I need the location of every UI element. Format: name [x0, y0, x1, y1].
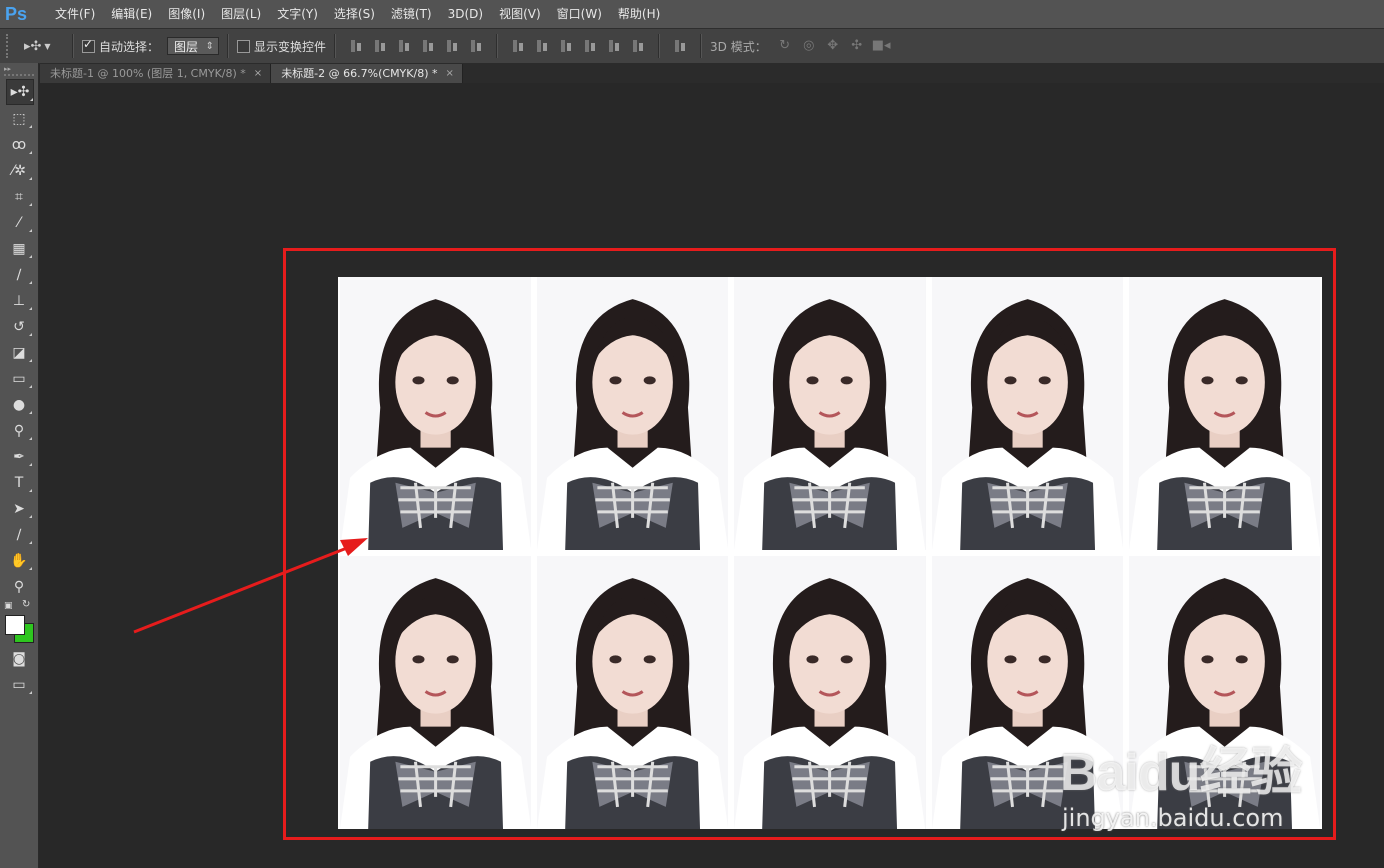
divider	[334, 34, 337, 58]
pen-tool-icon[interactable]: ✒	[6, 445, 32, 469]
align-left-icon[interactable]	[421, 39, 435, 53]
magic-wand-icon[interactable]: ⁄✲	[6, 159, 32, 183]
divider	[227, 34, 230, 58]
menu-layer[interactable]: 图层(L)	[213, 0, 269, 28]
align-vcenter-icon[interactable]	[373, 39, 387, 53]
roll-3d-icon[interactable]: ◎	[800, 39, 818, 53]
default-colors-icon[interactable]: ▣	[4, 601, 13, 611]
line-tool-icon[interactable]: ∕	[6, 523, 32, 547]
tab-label: 未标题-1 @ 100% (图层 1, CMYK/8) *	[50, 67, 246, 80]
divider	[72, 34, 74, 58]
distribute-vcenter-icon[interactable]	[535, 39, 549, 53]
screen-mode-icon[interactable]: ▭	[6, 673, 32, 697]
align-bottom-icon[interactable]	[397, 39, 411, 53]
auto-select-label: 自动选择：	[99, 39, 160, 54]
tab-label: 未标题-2 @ 66.7%(CMYK/8) *	[281, 67, 438, 80]
photoshop-logo: Ps	[5, 4, 28, 24]
menu-bar: Ps 文件(F) 编辑(E) 图像(I) 图层(L) 文字(Y) 选择(S) 滤…	[0, 0, 1384, 28]
zoom-tool-icon[interactable]: ⚲	[6, 575, 32, 599]
show-transform-checkbox[interactable]	[237, 39, 251, 53]
move-tool-icon: ▸✣	[24, 38, 42, 54]
tools-panel-grip[interactable]: ▸▸	[4, 66, 34, 76]
quick-mask-icon[interactable]: ◙	[6, 647, 32, 671]
menu-image[interactable]: 图像(I)	[160, 0, 213, 28]
menu-view[interactable]: 视图(V)	[491, 0, 549, 28]
distribute-left-icon[interactable]	[583, 39, 597, 53]
red-highlight-box	[283, 248, 1336, 840]
options-bar: ▸✣ ▼ 自动选择： 图层 显示变换控件 3D 模式： ↻ ◎ ✥ ✣ ■◂	[0, 28, 1384, 64]
tools-panel: ▸▸ ▸✣ ⬚ ꝏ ⁄✲ ⌗ ⁄ ▦ ∕ ⊥ ↺ ◪ ▭ ● ⚲ ✒ T ➤ ∕…	[0, 63, 39, 868]
align-hcenter-icon[interactable]	[445, 39, 459, 53]
close-icon[interactable]: ×	[254, 64, 262, 83]
lasso-tool-icon[interactable]: ꝏ	[6, 133, 32, 157]
marquee-tool-icon[interactable]: ⬚	[6, 107, 32, 131]
mode-3d-label: 3D 模式：	[710, 39, 767, 54]
foreground-color-swatch[interactable]	[5, 615, 25, 635]
show-transform-label: 显示变换控件	[254, 39, 327, 54]
tool-preset-picker[interactable]: ▸✣ ▼	[24, 39, 64, 54]
dodge-tool-icon[interactable]: ⚲	[6, 419, 32, 443]
menu-help[interactable]: 帮助(H)	[610, 0, 668, 28]
history-brush-icon[interactable]: ↺	[6, 315, 32, 339]
menu-select[interactable]: 选择(S)	[326, 0, 383, 28]
type-tool-icon[interactable]: T	[6, 471, 32, 495]
divider	[496, 34, 499, 58]
menu-edit[interactable]: 编辑(E)	[103, 0, 160, 28]
move-tool-icon[interactable]: ▸✣	[6, 79, 34, 105]
color-swatches: ▣ ↻	[0, 599, 38, 645]
distribute-hcenter-icon[interactable]	[607, 39, 621, 53]
eraser-icon[interactable]: ◪	[6, 341, 32, 365]
healing-brush-icon[interactable]: ▦	[6, 237, 32, 261]
align-top-icon[interactable]	[349, 39, 363, 53]
distribute-bottom-icon[interactable]	[559, 39, 573, 53]
drag-3d-icon[interactable]: ✥	[824, 39, 842, 53]
slide-3d-icon[interactable]: ✣	[848, 39, 866, 53]
options-grip[interactable]	[6, 34, 14, 58]
auto-align-icon[interactable]	[673, 39, 687, 53]
gradient-icon[interactable]: ▭	[6, 367, 32, 391]
align-right-icon[interactable]	[469, 39, 483, 53]
path-select-icon[interactable]: ➤	[6, 497, 32, 521]
menu-file[interactable]: 文件(F)	[47, 0, 103, 28]
clone-stamp-icon[interactable]: ⊥	[6, 289, 32, 313]
tab-document-2[interactable]: 未标题-2 @ 66.7%(CMYK/8) * ×	[271, 64, 463, 83]
menu-3d[interactable]: 3D(D)	[440, 0, 491, 28]
camera-3d-icon[interactable]: ■◂	[872, 39, 891, 53]
divider	[700, 34, 703, 58]
distribute-right-icon[interactable]	[631, 39, 645, 53]
divider	[658, 34, 661, 58]
eyedropper-icon[interactable]: ⁄	[6, 211, 32, 235]
menu-type[interactable]: 文字(Y)	[269, 0, 326, 28]
auto-select-checkbox[interactable]	[82, 37, 95, 53]
crop-tool-icon[interactable]: ⌗	[6, 185, 32, 209]
distribute-top-icon[interactable]	[511, 39, 525, 53]
close-icon[interactable]: ×	[445, 64, 453, 83]
tab-document-1[interactable]: 未标题-1 @ 100% (图层 1, CMYK/8) * ×	[40, 64, 272, 83]
menu-filter[interactable]: 滤镜(T)	[383, 0, 440, 28]
swap-colors-icon[interactable]: ↻	[22, 599, 30, 610]
blur-tool-icon[interactable]: ●	[6, 393, 32, 417]
chevron-down-icon: ▼	[44, 41, 51, 51]
menu-window[interactable]: 窗口(W)	[549, 0, 610, 28]
brush-tool-icon[interactable]: ∕	[6, 263, 32, 287]
auto-select-dropdown[interactable]: 图层	[167, 37, 220, 56]
rotate-3d-icon[interactable]: ↻	[776, 39, 794, 53]
document-tabs: 未标题-1 @ 100% (图层 1, CMYK/8) * × 未标题-2 @ …	[40, 63, 1384, 83]
hand-tool-icon[interactable]: ✋	[6, 549, 32, 573]
